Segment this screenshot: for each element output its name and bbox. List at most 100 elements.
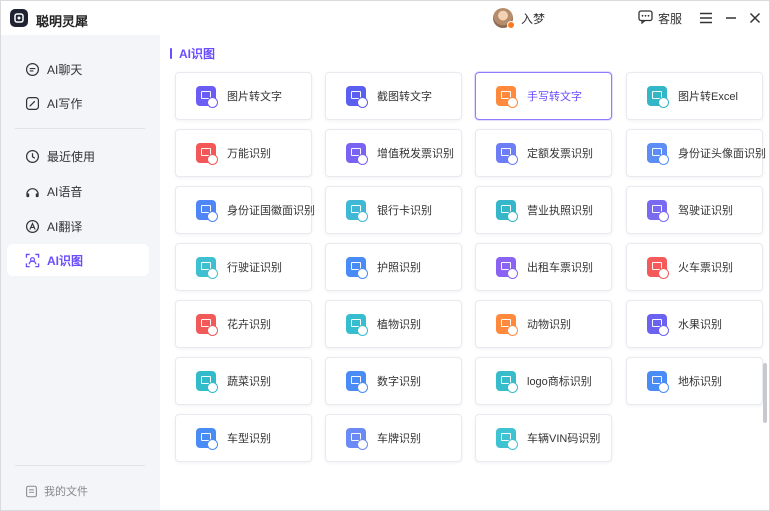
feature-card-label: 数字识别 [377,376,421,388]
passport-icon [346,257,368,279]
feature-card[interactable]: 花卉识别 [175,300,312,348]
feature-card[interactable]: 万能识别 [175,129,312,177]
feature-card-label: 动物识别 [527,319,571,331]
vat-invoice-icon [346,143,368,165]
feature-card-label: 出租车票识别 [527,262,593,274]
feature-card[interactable]: 车辆VIN码识别 [475,414,612,462]
feature-card[interactable]: 蔬菜识别 [175,357,312,405]
feature-card-label: 行驶证识别 [227,262,282,274]
train-ticket-icon [647,257,669,279]
taxi-ticket-icon [496,257,518,279]
feature-card[interactable]: 驾驶证识别 [626,186,763,234]
sidebar-item-ai-image-recognition[interactable]: AI识图 [7,244,149,276]
feature-card-label: 车辆VIN码识别 [527,433,601,445]
feature-card[interactable]: 护照识别 [325,243,462,291]
feature-card-label: 手写转文字 [527,91,582,103]
handwriting-to-text-icon [496,86,518,108]
feature-card[interactable]: 行驶证识别 [175,243,312,291]
vehicle-license-icon [196,257,218,279]
feature-card-label: 地标识别 [678,376,722,388]
menu-icon [700,12,712,24]
sidebar-item-label: AI语音 [47,184,83,199]
feature-card[interactable]: 车型识别 [175,414,312,462]
feature-card[interactable]: logo商标识别 [475,357,612,405]
feature-card[interactable]: 身份证国徽面识别 [175,186,315,234]
feature-card[interactable]: 增值税发票识别 [325,129,462,177]
sidebar: AI聊天 AI写作 最近使用 AI语音 AI翻译 AI识图 我的文件 [1,35,160,510]
universal-recognition-icon [196,143,218,165]
my-files-label: 我的文件 [44,486,88,498]
avatar-badge-icon [507,21,515,29]
fixed-invoice-icon [496,143,518,165]
image-to-excel-icon [647,86,669,108]
flower-icon [196,314,218,336]
feature-card[interactable]: 手写转文字 [475,72,612,120]
message-icon [638,10,653,27]
sidebar-item-ai-voice[interactable]: AI语音 [7,175,149,207]
sidebar-item-ai-chat[interactable]: AI聊天 [7,53,149,85]
sidebar-item-label: AI写作 [47,96,83,111]
title-bar: 聪明灵犀 入梦 客服 [1,1,769,35]
close-button[interactable] [747,10,763,26]
feature-card[interactable]: 动物识别 [475,300,612,348]
feature-card-label: 水果识别 [678,319,722,331]
sidebar-item-label: 最近使用 [47,149,96,164]
feature-card[interactable]: 植物识别 [325,300,462,348]
feature-card-label: 定额发票识别 [527,148,593,160]
landmark-icon [647,371,669,393]
feature-card[interactable]: 图片转文字 [175,72,312,120]
feature-card[interactable]: 图片转Excel [626,72,763,120]
feature-card-label: 护照识别 [377,262,421,274]
feature-card[interactable]: 车牌识别 [325,414,462,462]
minimize-button[interactable] [723,10,739,26]
sidebar-item-label: AI识图 [47,253,84,268]
minimize-icon [726,17,736,19]
vegetable-icon [196,371,218,393]
sidebar-divider [15,465,145,466]
bank-card-icon [346,200,368,222]
plant-icon [346,314,368,336]
feature-card-label: 增值税发票识别 [377,148,454,160]
image-to-text-icon [196,86,218,108]
feature-card[interactable]: 营业执照识别 [475,186,612,234]
vin-code-icon [496,428,518,450]
menu-button[interactable] [698,10,714,26]
feature-card-label: 图片转Excel [678,91,738,103]
feature-card[interactable]: 水果识别 [626,300,763,348]
app-window: 聪明灵犀 入梦 客服 AI聊天 AI写作 最近使用 AI语音 AI翻译 AI识图… [0,0,770,511]
sidebar-item-ai-translate[interactable]: AI翻译 [7,210,149,242]
feature-card[interactable]: 截图转文字 [325,72,462,120]
sidebar-item-recent[interactable]: 最近使用 [7,140,149,172]
business-license-icon [496,200,518,222]
sidebar-item-ai-writing[interactable]: AI写作 [7,87,149,119]
feature-card[interactable]: 身份证头像面识别 [626,129,766,177]
feature-card-label: 花卉识别 [227,319,271,331]
customer-service-button[interactable]: 客服 [638,10,682,27]
file-icon [26,485,37,497]
feature-card-label: 营业执照识别 [527,205,593,217]
avatar[interactable] [493,8,515,29]
feature-card[interactable]: 地标识别 [626,357,763,405]
scrollbar[interactable] [763,363,767,423]
customer-service-label: 客服 [658,12,683,26]
feature-card-label: 火车票识别 [678,262,733,274]
scan-icon [25,253,40,267]
logo-trademark-icon [496,371,518,393]
feature-card-label: logo商标识别 [527,376,592,388]
feature-card-label: 车型识别 [227,433,271,445]
feature-card[interactable]: 银行卡识别 [325,186,462,234]
feature-card-label: 身份证国徽面识别 [227,205,315,217]
user-profile[interactable]: 入梦 [493,8,545,29]
feature-card[interactable]: 数字识别 [325,357,462,405]
feature-card[interactable]: 出租车票识别 [475,243,612,291]
chat-icon [25,62,40,76]
feature-card-label: 身份证头像面识别 [678,148,766,160]
feature-card-label: 万能识别 [227,148,271,160]
username[interactable]: 入梦 [521,10,545,27]
my-files-link[interactable]: 我的文件 [25,483,88,499]
feature-card-label: 银行卡识别 [377,205,432,217]
feature-card[interactable]: 定额发票识别 [475,129,612,177]
clock-icon [25,149,40,163]
car-model-icon [196,428,218,450]
feature-card[interactable]: 火车票识别 [626,243,763,291]
